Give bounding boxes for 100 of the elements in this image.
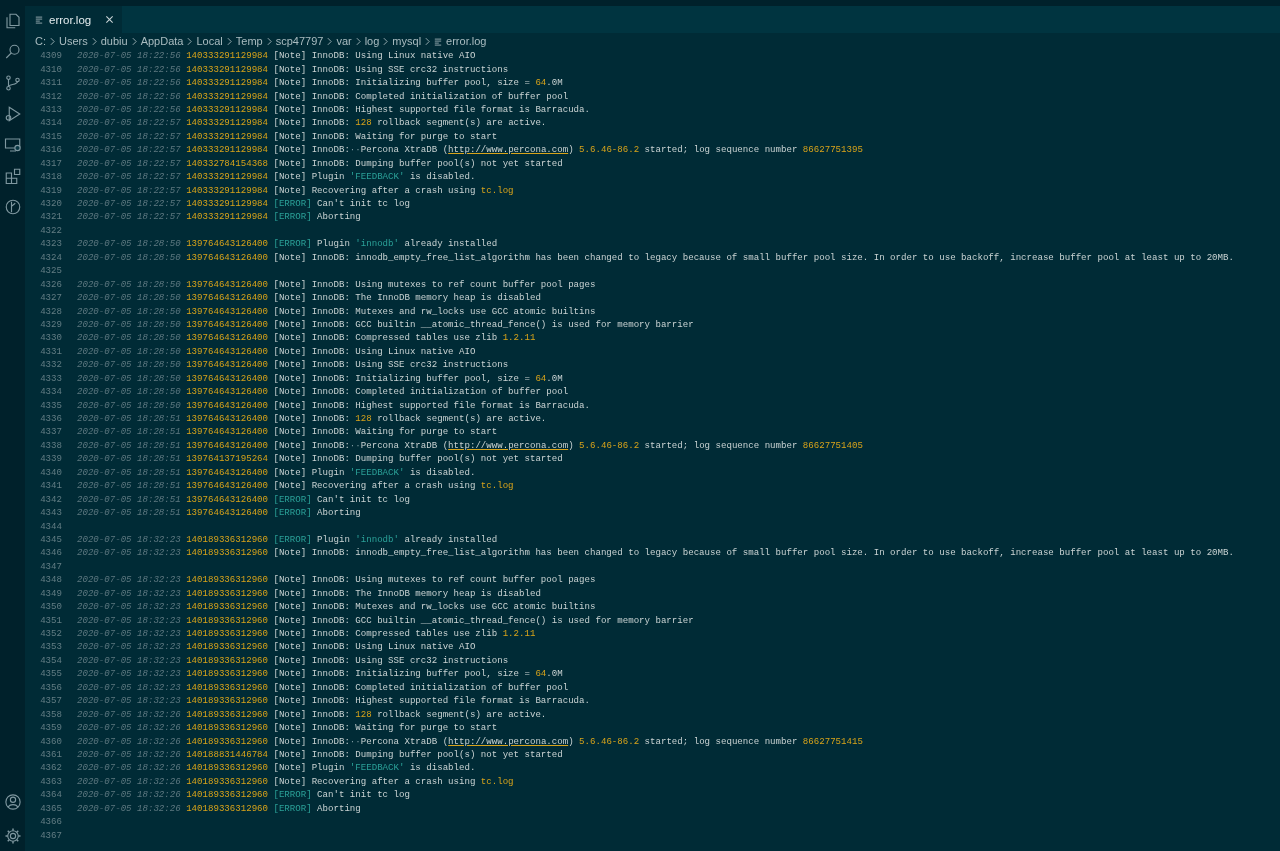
line-number: 4324: [39, 251, 62, 263]
log-timestamp: 2020-07-05 18:28:50: [77, 345, 181, 357]
log-thread-id: 140189336312960: [186, 681, 268, 693]
log-message: InnoDB: Waiting for purge to start: [311, 130, 498, 142]
breadcrumb-item[interactable]: var: [336, 35, 352, 47]
log-level: [ERROR]: [273, 789, 312, 801]
log-level: [Note]: [273, 735, 307, 747]
link[interactable]: http://www.percona.com: [448, 735, 569, 747]
log-thread-id: 140189336312960: [186, 722, 268, 734]
breadcrumb-item[interactable]: log: [364, 35, 380, 47]
log-thread-id: 140189336312960: [186, 654, 268, 666]
log-thread-id: 139764643126400: [186, 493, 268, 505]
log-timestamp: 2020-07-05 18:28:50: [77, 238, 181, 250]
run-icon[interactable]: [3, 105, 22, 123]
line-number: 4340: [39, 466, 62, 478]
settings-icon[interactable]: [3, 827, 22, 845]
log-message: InnoDB: Highest supported file format is Barracuda.: [311, 399, 590, 411]
search-icon[interactable]: [3, 43, 22, 61]
log-level: [Note]: [273, 50, 307, 62]
log-thread-id: 140189336312960: [186, 574, 268, 586]
log-timestamp: 2020-07-05 18:28:50: [77, 386, 181, 398]
line-number: 4323: [39, 238, 62, 250]
log-timestamp: 2020-07-05 18:22:57: [77, 171, 181, 183]
close-icon[interactable]: [105, 15, 115, 24]
line-number: 4352: [39, 628, 62, 640]
log-token: ): [568, 144, 575, 156]
log-thread-id: 140333291129984: [186, 198, 268, 210]
timeline-icon[interactable]: [3, 198, 22, 216]
log-message: InnoDB: Using Linux native AIO: [311, 50, 476, 62]
log-timestamp: 2020-07-05 18:32:23: [77, 547, 181, 559]
line-number: 4347: [39, 560, 62, 572]
log-token: 1.2.11: [502, 332, 536, 344]
chevron-right-icon: [131, 36, 137, 46]
log-token: 'FEEDBACK': [349, 171, 405, 183]
breadcrumb-item[interactable]: scp47797: [275, 35, 324, 47]
log-level: [Note]: [273, 332, 307, 344]
log-thread-id: 140333291129984: [186, 117, 268, 129]
breadcrumb-item[interactable]: Local: [196, 35, 223, 47]
line-number: 4363: [39, 775, 62, 787]
log-token: 'FEEDBACK': [349, 762, 405, 774]
line-number: 4336: [39, 413, 62, 425]
log-token: InnoDB: Compressed tables use zlib: [311, 628, 499, 640]
breadcrumb-item[interactable]: AppData: [140, 35, 184, 47]
log-token: InnoDB:: [311, 117, 351, 129]
breadcrumb-item[interactable]: Users: [59, 35, 88, 47]
log-thread-id: 139764643126400: [186, 292, 268, 304]
breadcrumb-item[interactable]: Temp: [235, 35, 263, 47]
breadcrumb-item[interactable]: mysql: [392, 35, 422, 47]
log-thread-id: 139764643126400: [186, 332, 268, 344]
line-number: 4346: [39, 547, 62, 559]
log-token: ··: [349, 439, 361, 451]
line-number: 4353: [39, 641, 62, 653]
link[interactable]: http://www.percona.com: [448, 144, 569, 156]
log-token: InnoDB:: [311, 439, 350, 451]
log-level: [Note]: [273, 251, 307, 263]
log-thread-id: 140189336312960: [186, 762, 268, 774]
log-message: Aborting: [317, 211, 361, 223]
editor-tab[interactable]: error.log: [25, 6, 123, 33]
monitor-icon[interactable]: [3, 136, 22, 154]
log-token: InnoDB: Initializing buffer pool, size =: [311, 668, 531, 680]
log-timestamp: 2020-07-05 18:32:23: [77, 601, 181, 613]
log-timestamp: 2020-07-05 18:28:50: [77, 278, 181, 290]
log-message: InnoDB: Dumping buffer pool(s) not yet started: [311, 453, 563, 465]
extensions-icon[interactable]: [3, 167, 22, 185]
files-icon[interactable]: [3, 12, 22, 30]
line-number: 4326: [39, 278, 62, 290]
log-level: [Note]: [273, 184, 307, 196]
log-timestamp: 2020-07-05 18:22:56: [77, 103, 181, 115]
log-thread-id: 139764643126400: [186, 251, 268, 263]
log-thread-id: 139764643126400: [186, 507, 268, 519]
log-timestamp: 2020-07-05 18:22:56: [77, 63, 181, 75]
log-thread-id: 140333291129984: [186, 90, 268, 102]
log-token: rollback segment(s) are active.: [376, 117, 547, 129]
log-token: 64: [535, 668, 547, 680]
breadcrumb-item[interactable]: dubiu: [100, 35, 128, 47]
log-timestamp: 2020-07-05 18:32:23: [77, 533, 181, 545]
log-token: .0M: [546, 668, 563, 680]
link[interactable]: http://www.percona.com: [448, 439, 569, 451]
line-number: 4338: [39, 439, 62, 451]
log-timestamp: 2020-07-05 18:28:51: [77, 507, 181, 519]
breadcrumb-item[interactable]: error.log: [446, 35, 487, 47]
log-thread-id: 139764643126400: [186, 480, 268, 492]
log-token: ): [568, 439, 575, 451]
log-thread-id: 140189336312960: [186, 614, 268, 626]
chevron-right-icon: [355, 36, 361, 46]
line-number: 4313: [39, 103, 62, 115]
log-token: 128: [355, 117, 372, 129]
account-icon[interactable]: [3, 793, 22, 811]
log-level: [Note]: [273, 130, 307, 142]
breadcrumb-item[interactable]: C:: [35, 35, 46, 47]
log-level: [Note]: [273, 278, 307, 290]
line-number: 4362: [39, 762, 62, 774]
branch-icon[interactable]: [3, 74, 22, 92]
log-thread-id: 140333291129984: [186, 50, 268, 62]
log-timestamp: 2020-07-05 18:22:57: [77, 117, 181, 129]
log-timestamp: 2020-07-05 18:32:26: [77, 802, 181, 814]
log-level: [Note]: [273, 466, 307, 478]
log-level: [ERROR]: [273, 211, 312, 223]
log-timestamp: 2020-07-05 18:28:50: [77, 332, 181, 344]
line-number: 4312: [39, 90, 62, 102]
